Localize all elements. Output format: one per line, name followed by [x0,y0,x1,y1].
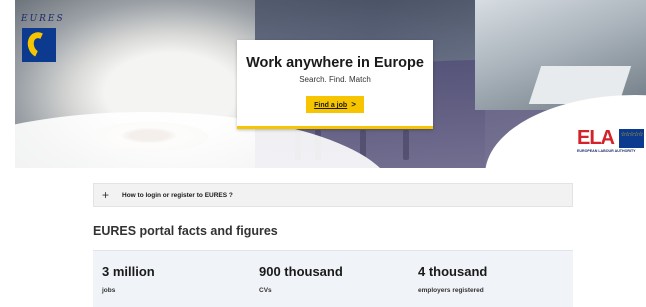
eu-flag-icon: ☆☆☆☆☆ [619,129,644,148]
ela-logo-subtitle: EUROPEAN LABOUR AUTHORITY [577,149,636,153]
fact-label: jobs [102,287,116,294]
accordion-question: How to login or register to EURES ? [122,191,233,199]
ela-logo[interactable]: ELA ☆☆☆☆☆ EUROPEAN LABOUR AUTHORITY [575,127,646,157]
plus-icon: + [102,188,110,202]
fact-value: 4 thousand [418,264,488,279]
fact-item-jobs: 3 million jobs [102,264,155,294]
fact-label: employers registered [418,287,484,294]
login-register-accordion[interactable]: + How to login or register to EURES ? [93,183,573,207]
fact-item-employers: 4 thousand employers registered [418,264,487,294]
fact-value: 3 million [102,264,155,279]
fact-item-cvs: 900 thousand CVs [259,264,343,294]
eures-logo[interactable]: EURES [17,14,63,64]
chevron-right-icon: > [351,100,356,109]
fact-value: 900 thousand [259,264,343,279]
hero-headline: Work anywhere in Europe [246,55,424,71]
find-a-job-label: Find a job [314,102,348,109]
facts-section-title: EURES portal facts and figures [93,224,278,238]
eu-stars-icon: ☆☆☆☆☆ [620,132,644,138]
find-a-job-button[interactable]: Find a job > [306,96,364,113]
hero-promo-card: Work anywhere in Europe Search. Find. Ma… [237,40,433,129]
hero-tagline: Search. Find. Match [299,75,371,84]
ela-logo-text: ELA [577,127,615,149]
facts-panel: 3 million jobs 900 thousand CVs 4 thousa… [93,250,573,307]
fact-label: CVs [259,287,272,294]
eures-logo-text: EURES [21,14,65,24]
